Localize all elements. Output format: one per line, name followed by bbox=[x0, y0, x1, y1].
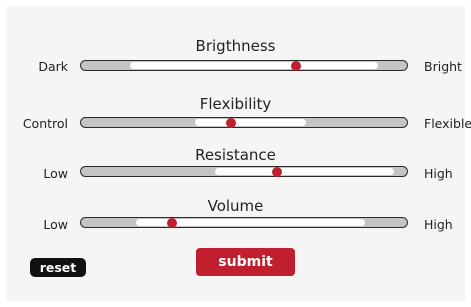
brightness-slider-handle[interactable] bbox=[291, 60, 302, 71]
slider-min-label-resistance: Low bbox=[43, 166, 68, 181]
slider-min-label-flexibility: Control bbox=[22, 116, 68, 131]
slider-max-label-brightness: Bright bbox=[424, 59, 462, 74]
slider-title-resistance: Resistance bbox=[195, 146, 276, 164]
flexibility-slider-handle[interactable] bbox=[225, 117, 236, 128]
flexibility-slider[interactable] bbox=[80, 117, 408, 128]
slider-min-label-brightness: Dark bbox=[38, 59, 68, 74]
volume-slider-handle[interactable] bbox=[167, 217, 178, 228]
slider-max-label-volume: High bbox=[424, 217, 453, 232]
flexibility-slider-range bbox=[195, 119, 306, 126]
slider-max-label-resistance: High bbox=[424, 166, 453, 181]
slider-title-flexibility: Flexibility bbox=[199, 95, 272, 113]
brightness-slider[interactable] bbox=[80, 60, 408, 71]
slider-min-label-volume: Low bbox=[43, 217, 68, 232]
resistance-slider-range bbox=[214, 168, 394, 175]
brightness-slider-range bbox=[129, 62, 378, 69]
slider-title-volume: Volume bbox=[207, 197, 264, 215]
submit-button[interactable]: submit bbox=[196, 248, 295, 276]
resistance-slider-handle[interactable] bbox=[271, 166, 282, 177]
slider-max-label-flexibility: Flexible bbox=[424, 116, 471, 131]
volume-slider[interactable] bbox=[80, 217, 408, 228]
reset-button[interactable]: reset bbox=[30, 258, 86, 277]
resistance-slider[interactable] bbox=[80, 166, 408, 177]
slider-title-brightness: Brigthness bbox=[195, 37, 276, 55]
